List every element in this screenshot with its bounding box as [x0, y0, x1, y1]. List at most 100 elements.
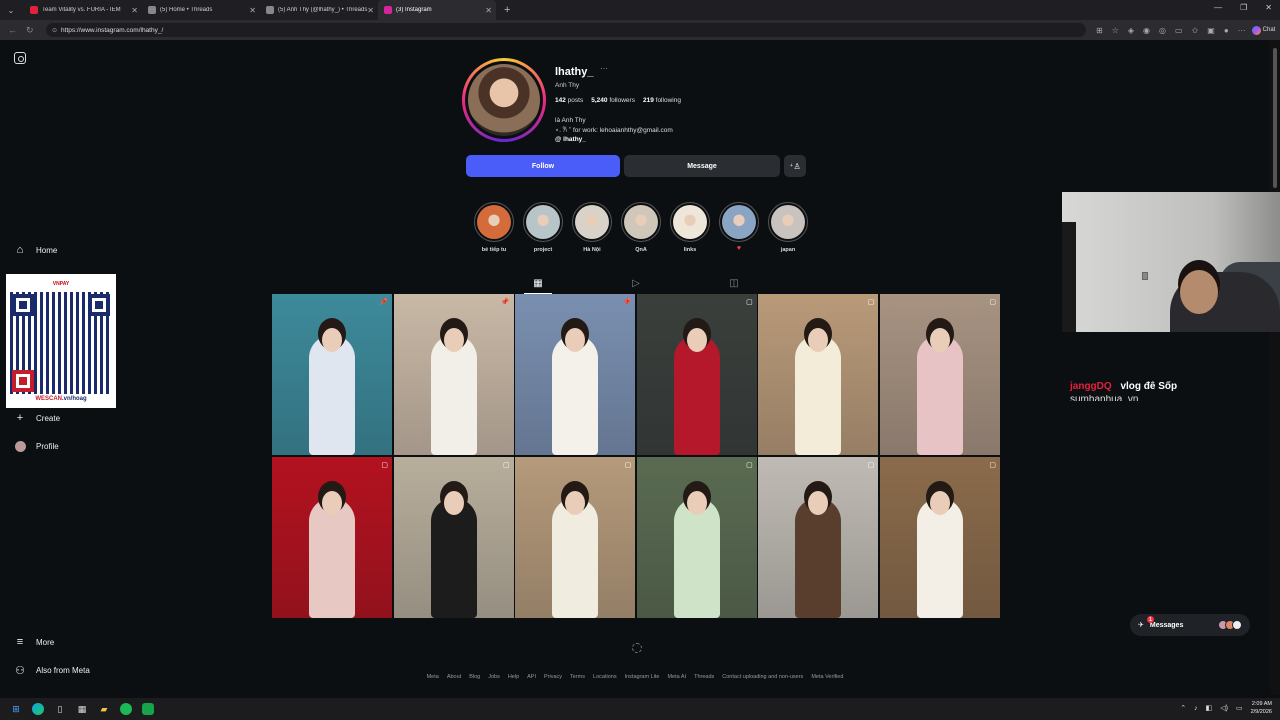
stream-chat-next-line: sumhanhua_vn: [1070, 395, 1139, 401]
footer-link[interactable]: Locations: [593, 674, 617, 680]
footer-link[interactable]: Privacy: [544, 674, 562, 680]
minimize-icon[interactable]: —: [1214, 3, 1222, 12]
browser-tab[interactable]: (3) Instagram ✕: [378, 0, 496, 20]
post-thumbnail[interactable]: 📌: [515, 294, 636, 455]
footer-link[interactable]: Instagram Lite: [625, 674, 660, 680]
browser-tab[interactable]: (5) Anh Thy (@lhathy_) • Threads ✕: [260, 0, 378, 20]
footer-link[interactable]: Meta AI: [667, 674, 686, 680]
sidebar-item-home[interactable]: ⌂ Home: [14, 244, 58, 256]
restore-icon[interactable]: ❐: [1240, 3, 1247, 12]
browser-tab[interactable]: (5) Home • Threads ✕: [142, 0, 260, 20]
site-info-icon[interactable]: ⊙: [52, 27, 57, 34]
folder-icon[interactable]: ▰: [98, 703, 110, 715]
messages-label: Messages: [1149, 621, 1184, 629]
tab-list-dropdown-icon[interactable]: ⌄: [4, 3, 18, 17]
browser-tab[interactable]: Team Vitality vs. FURIA - IEM ✕: [24, 0, 142, 20]
profile-bio: là Anh Thy ⋆. 𐙚 ˚ for work: lehoaianhthy…: [555, 116, 673, 145]
volume-icon[interactable]: ◁): [1220, 704, 1228, 712]
messages-button[interactable]: ✈ 1 Messages: [1130, 614, 1250, 636]
post-subject-face: [929, 328, 950, 352]
battery-icon[interactable]: ▭: [1236, 704, 1243, 712]
story-highlight[interactable]: bé tiếp tu: [474, 202, 514, 254]
highlight-cover: [523, 202, 563, 242]
extension-icon[interactable]: ◉: [1143, 26, 1150, 35]
new-tab-button[interactable]: +: [504, 4, 510, 16]
sidebar-item-create[interactable]: + Create: [14, 412, 60, 424]
edge-icon[interactable]: [32, 703, 44, 715]
posts-grid-icon[interactable]: ▦: [524, 272, 552, 294]
sidebar-item-more[interactable]: ≡ More: [14, 636, 54, 648]
split-screen-icon[interactable]: ▭: [1175, 26, 1183, 35]
post-thumbnail[interactable]: ▢: [879, 456, 1000, 618]
post-thumbnail[interactable]: ▢: [636, 456, 757, 618]
favorite-icon[interactable]: ☆: [1112, 26, 1119, 35]
apps-icon[interactable]: ▦: [76, 703, 88, 715]
copilot-button[interactable]: Chat: [1251, 25, 1276, 35]
close-tab-icon[interactable]: ✕: [131, 6, 138, 15]
options-icon[interactable]: ···: [600, 64, 608, 73]
profile-icon[interactable]: ●: [1224, 26, 1229, 35]
mic-icon[interactable]: ♪: [1194, 705, 1198, 712]
footer-link[interactable]: Jobs: [488, 674, 500, 680]
footer-link[interactable]: Threads: [694, 674, 714, 680]
story-highlight[interactable]: Hà Nội: [572, 202, 612, 254]
copilot-label: Chat: [1262, 27, 1276, 33]
close-tab-icon[interactable]: ✕: [249, 6, 256, 15]
footer-link[interactable]: About: [447, 674, 461, 680]
story-highlight[interactable]: links: [670, 202, 710, 254]
story-highlight[interactable]: QnA: [621, 202, 661, 254]
apps-icon[interactable]: ⊞: [1096, 26, 1103, 35]
post-thumbnail[interactable]: ▢: [393, 456, 514, 618]
favorites-bar-icon[interactable]: ✩: [1192, 26, 1199, 35]
follow-button[interactable]: Follow: [466, 155, 620, 177]
app-icon[interactable]: [142, 703, 154, 715]
back-icon[interactable]: ←: [8, 25, 18, 35]
post-thumbnail[interactable]: ▢: [272, 456, 392, 618]
extension-icon[interactable]: ◈: [1128, 26, 1134, 35]
add-person-icon[interactable]: ⁺♙: [784, 155, 806, 177]
footer-link[interactable]: Blog: [469, 674, 480, 680]
followers-link[interactable]: 5,240 followers: [591, 97, 635, 104]
network-icon[interactable]: ◧: [1206, 704, 1213, 712]
tray-chevron-icon[interactable]: ⌃: [1180, 704, 1186, 712]
more-menu-icon[interactable]: ···: [1238, 26, 1246, 35]
story-highlight[interactable]: japan: [768, 202, 808, 254]
footer-link[interactable]: Meta: [427, 674, 439, 680]
collections-icon[interactable]: ▣: [1207, 26, 1215, 35]
post-thumbnail[interactable]: ▢: [515, 456, 636, 618]
extension-icon[interactable]: ◎: [1159, 26, 1166, 35]
tagged-icon[interactable]: ◫: [728, 272, 740, 294]
close-tab-icon[interactable]: ✕: [367, 6, 374, 15]
reels-icon[interactable]: ▷: [630, 272, 642, 294]
profile-avatar[interactable]: [462, 58, 546, 142]
start-icon[interactable]: ⊞: [10, 703, 22, 715]
post-thumbnail[interactable]: 📌: [272, 294, 392, 455]
post-thumbnail[interactable]: ▢: [758, 456, 879, 618]
page-scrollbar[interactable]: [1270, 40, 1280, 695]
instagram-logo-icon[interactable]: [14, 52, 26, 64]
story-highlight[interactable]: ♥: [719, 202, 759, 254]
spotify-icon[interactable]: [120, 703, 132, 715]
sidebar-item-profile[interactable]: Profile: [14, 440, 59, 452]
footer-link[interactable]: Meta Verified: [811, 674, 843, 680]
footer-link[interactable]: Help: [508, 674, 519, 680]
footer-link[interactable]: API: [527, 674, 536, 680]
file-icon[interactable]: ▯: [54, 703, 66, 715]
following-link[interactable]: 219 following: [643, 97, 681, 104]
close-tab-icon[interactable]: ✕: [485, 6, 492, 15]
system-clock[interactable]: 2:09 AM 2/9/2026: [1251, 700, 1272, 716]
reload-icon[interactable]: ↻: [26, 25, 36, 36]
footer-link[interactable]: Contact uploading and non-users: [722, 674, 803, 680]
footer-link[interactable]: Terms: [570, 674, 585, 680]
threads-link[interactable]: @ lhathy_: [555, 135, 673, 145]
post-thumbnail[interactable]: ▢: [636, 294, 757, 455]
url-field[interactable]: ⊙ https://www.instagram.com/lhathy_/: [46, 23, 1086, 37]
message-button[interactable]: Message: [624, 155, 780, 177]
post-thumbnail[interactable]: ▢: [879, 294, 1000, 455]
close-window-icon[interactable]: ✕: [1265, 3, 1272, 12]
post-thumbnail[interactable]: ▢: [758, 294, 879, 455]
post-thumbnail[interactable]: 📌: [393, 294, 514, 455]
carousel-icon: ▢: [867, 299, 875, 306]
story-highlight[interactable]: project: [523, 202, 563, 254]
post-subject-face: [686, 328, 707, 352]
